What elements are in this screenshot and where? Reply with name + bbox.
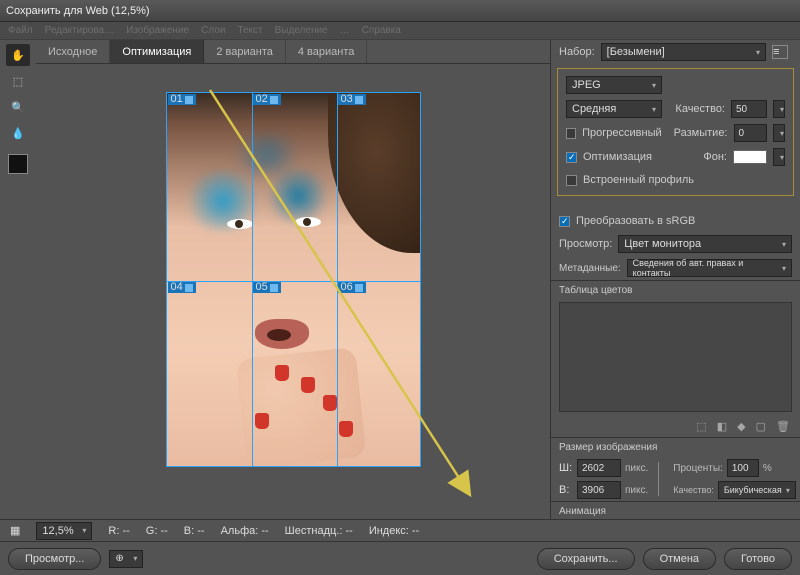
preset-select[interactable]: [Безымени] (601, 43, 766, 61)
tab-2up[interactable]: 2 варианта (204, 40, 286, 63)
color-table-header: Таблица цветов (551, 280, 800, 300)
eyedropper-color-swatch[interactable] (8, 154, 28, 174)
slice-tag[interactable]: 06 (338, 282, 366, 293)
convert-srgb-checkbox[interactable] (559, 216, 570, 227)
optimize-settings-box: JPEG Средняя Качество: 50 Прогрессивный … (557, 68, 794, 196)
slice-tag[interactable]: 05 (253, 282, 281, 293)
slice-tag[interactable]: 02 (253, 94, 281, 105)
zoom-tool[interactable]: 🔍 (6, 96, 30, 118)
options-panel: Набор: [Безымени] ≡ JPEG Средняя Качеств… (550, 40, 800, 575)
quality-dropdown-icon[interactable] (773, 100, 785, 118)
quality-input[interactable]: 50 (731, 100, 767, 118)
menu-bar: ФайлРедактирова…Изображение СлоиТекстВыд… (0, 22, 800, 40)
eyedropper-tool[interactable]: 💧 (6, 122, 30, 144)
color-new-icon[interactable]: ▢ (756, 420, 766, 433)
tab-original[interactable]: Исходное (36, 40, 110, 63)
resample-select[interactable]: Бикубическая (718, 481, 796, 499)
tool-column: ✋ ⬚ 🔍 💧 (0, 40, 36, 575)
hand-tool[interactable]: ✋ (6, 44, 30, 66)
matte-color-swatch[interactable] (733, 150, 767, 164)
slice-tag[interactable]: 04 (168, 282, 196, 293)
image-size-header: Размер изображения (551, 437, 800, 457)
color-map-icon[interactable]: ◆ (737, 420, 745, 433)
optimize-checkbox[interactable] (566, 152, 577, 163)
browser-select[interactable]: ⊕ (109, 550, 143, 568)
color-shift-icon[interactable]: ◧ (717, 420, 727, 433)
color-table[interactable] (559, 302, 792, 412)
browser-preview-button[interactable]: Просмотр... (8, 548, 101, 570)
slice-select-tool[interactable]: ⬚ (6, 70, 30, 92)
zoom-select[interactable]: 12,5% (36, 522, 92, 540)
trash-icon[interactable]: 🗑 (776, 420, 790, 433)
progressive-checkbox[interactable] (566, 128, 576, 139)
status-bar: ▦ 12,5% R: -- G: -- B: -- Альфа: -- Шест… (0, 519, 800, 541)
preview-image[interactable]: 01 02 03 04 05 06 (166, 92, 421, 467)
grid-icon[interactable]: ▦ (10, 524, 20, 537)
embed-profile-checkbox[interactable] (566, 175, 577, 186)
blur-dropdown-icon[interactable] (773, 124, 785, 142)
quality-preset-select[interactable]: Средняя (566, 100, 662, 118)
color-table-toolbar: ⬚ ◧ ◆ ▢ 🗑 (551, 416, 800, 437)
constrain-link-icon[interactable] (658, 462, 659, 496)
panel-menu-icon[interactable]: ≡ (772, 45, 788, 59)
metadata-select[interactable]: Сведения об авт. правах и контакты (627, 259, 792, 277)
button-bar: Просмотр... ⊕ Сохранить... Отмена Готово (0, 541, 800, 575)
percent-input[interactable]: 100 (727, 459, 759, 477)
matte-dropdown-icon[interactable] (773, 148, 785, 166)
preview-canvas[interactable]: 01 02 03 04 05 06 JPEG 98,3K 19 сек @ 56… (36, 64, 550, 575)
slice-tag[interactable]: 01 (168, 94, 196, 105)
done-button[interactable]: Готово (724, 548, 792, 570)
blur-input[interactable]: 0 (734, 124, 768, 142)
title-bar: Сохранить для Web (12,5%) (0, 0, 800, 22)
tab-optimized[interactable]: Оптимизация (110, 40, 204, 63)
cancel-button[interactable]: Отмена (643, 548, 716, 570)
save-button[interactable]: Сохранить... (537, 548, 635, 570)
width-input[interactable]: 2602 (577, 459, 621, 477)
preview-select[interactable]: Цвет монитора (618, 235, 792, 253)
color-lock-icon[interactable]: ⬚ (696, 420, 706, 433)
animation-header: Анимация (551, 501, 800, 521)
view-tabs: Исходное Оптимизация 2 варианта 4 вариан… (36, 40, 550, 64)
preset-label: Набор: (559, 46, 595, 58)
height-input[interactable]: 3906 (577, 481, 621, 499)
window-title: Сохранить для Web (12,5%) (6, 5, 150, 17)
slice-tag[interactable]: 03 (338, 94, 366, 105)
format-select[interactable]: JPEG (566, 76, 662, 94)
tab-4up[interactable]: 4 варианта (286, 40, 368, 63)
